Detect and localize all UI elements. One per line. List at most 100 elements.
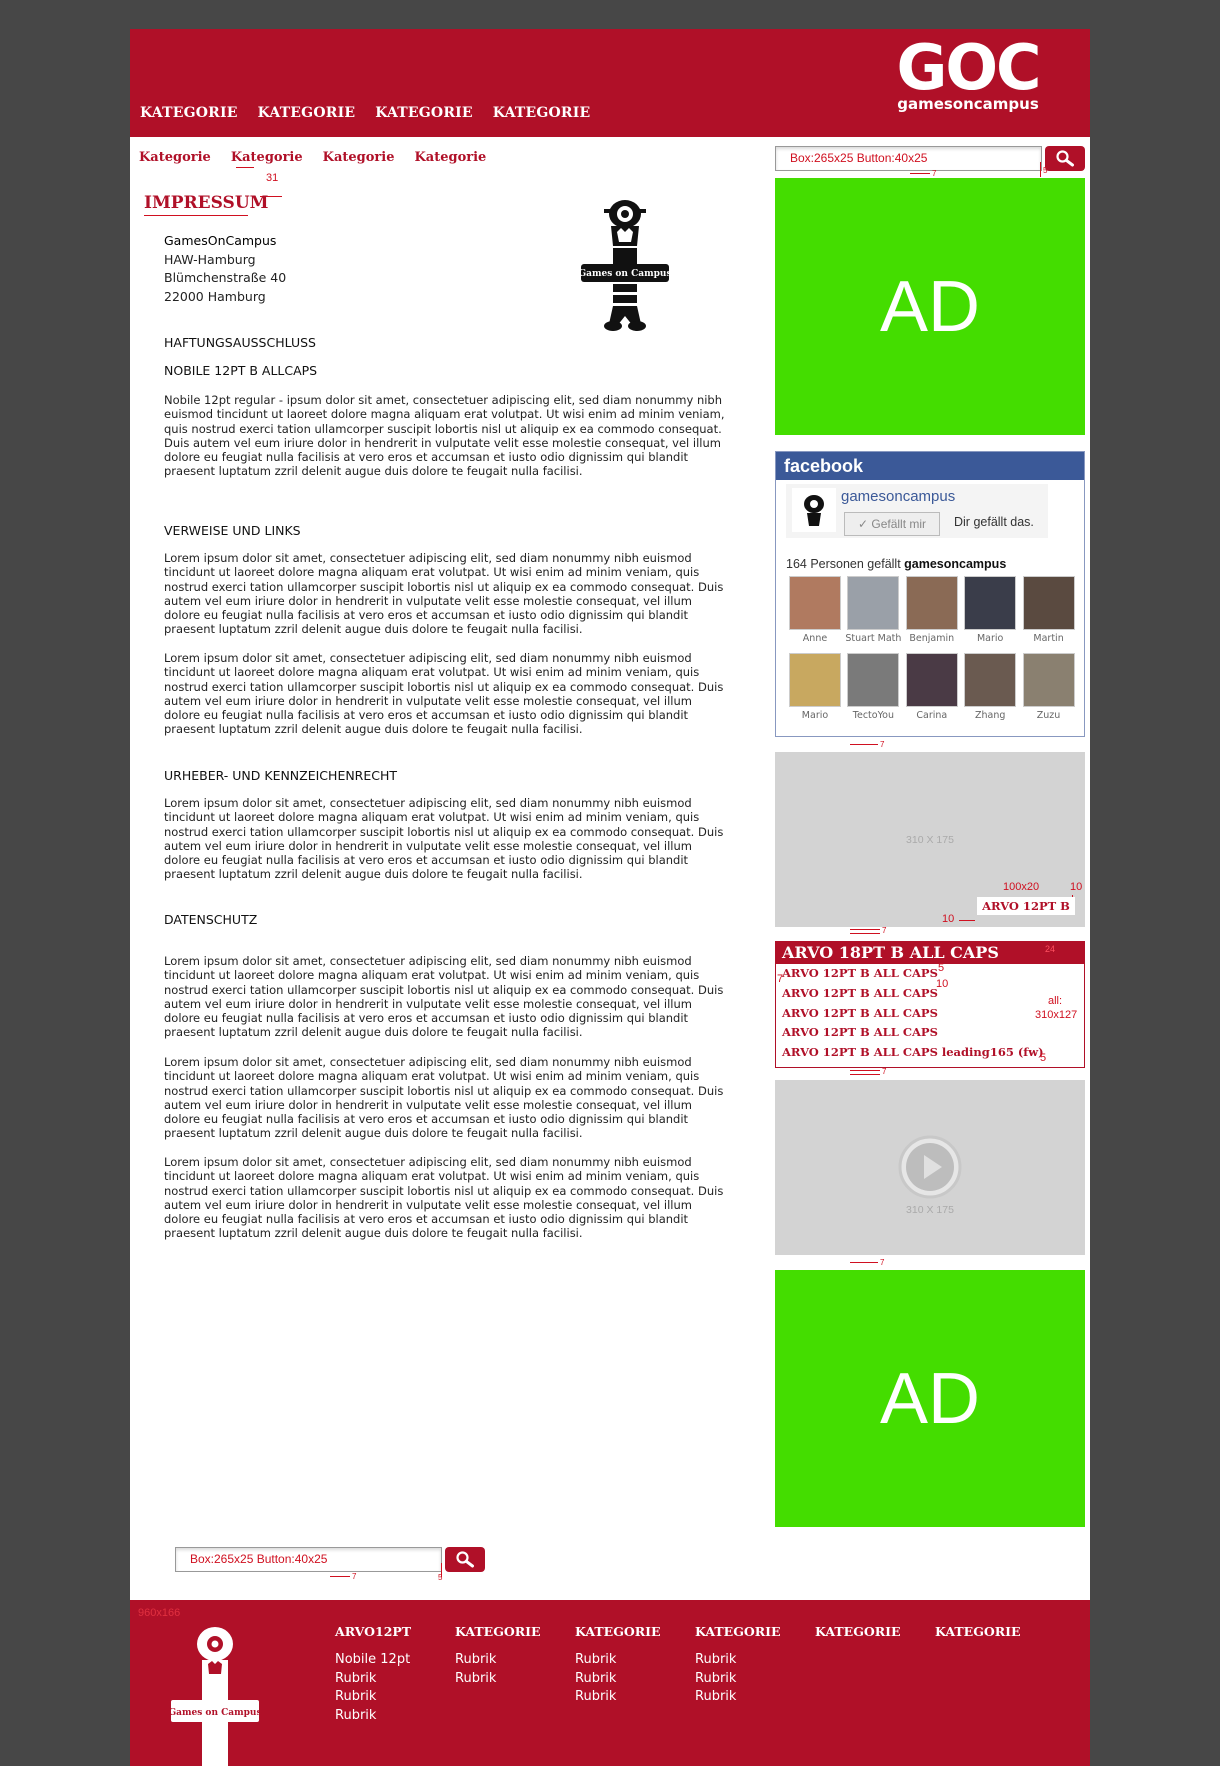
footer-link[interactable]: Rubrik — [695, 1670, 781, 1689]
search-input[interactable]: Box:265x25 Button:40x25 — [775, 146, 1042, 171]
fan-item[interactable]: Anne — [786, 576, 844, 644]
footer-link[interactable]: Nobile 12pt — [335, 1651, 411, 1670]
search-spec-label: Box:265x25 Button:40x25 — [190, 1552, 328, 1566]
facebook-page-name[interactable]: gamesoncampus — [841, 488, 955, 505]
fan-avatar[interactable] — [1022, 576, 1075, 630]
ad-banner[interactable]: AD — [775, 1270, 1085, 1527]
fan-name: Mario — [976, 633, 1004, 644]
dimension-line — [850, 1262, 878, 1263]
dimension-label: 310x127 — [1035, 1009, 1078, 1021]
footer: 960x166 Games on Campus ARVO12PT Nobile … — [130, 1600, 1090, 1766]
footer-link[interactable]: Rubrik — [695, 1651, 781, 1670]
placeholder-size-label: 310 X 175 — [906, 834, 954, 846]
footer-column-heading[interactable]: KATEGORIE — [695, 1624, 781, 1639]
fan-name: Zuzu — [1036, 710, 1061, 721]
main-nav-item[interactable]: KATEGORIE — [493, 105, 591, 121]
fan-avatar[interactable] — [1022, 653, 1075, 707]
footer-link[interactable]: Rubrik — [575, 1651, 661, 1670]
fan-name: Stuart Math — [845, 633, 902, 644]
list-item[interactable]: ARVO 12PT B ALL CAPS — [776, 1023, 1084, 1043]
dimension-line — [330, 1576, 350, 1577]
footer-link[interactable]: Rubrik — [695, 1688, 781, 1707]
fan-avatar[interactable] — [789, 576, 841, 630]
search-input[interactable]: Box:265x25 Button:40x25 — [175, 1547, 442, 1572]
fan-item[interactable]: TectoYou — [844, 653, 902, 721]
logo-text: GOC — [896, 31, 1041, 104]
footer-link[interactable]: Rubrik — [335, 1688, 411, 1707]
dimension-label: 31 — [266, 172, 279, 184]
footer-link[interactable]: Rubrik — [575, 1688, 661, 1707]
fan-item[interactable]: Carina — [903, 653, 961, 721]
footer-column: ARVO12PT Nobile 12pt Rubrik Rubrik Rubri… — [335, 1624, 411, 1725]
fan-avatar[interactable] — [847, 653, 900, 707]
like-button[interactable]: ✓ Gefällt mir — [844, 512, 940, 536]
main-nav-item[interactable]: KATEGORIE — [258, 105, 356, 121]
search-spec-label: Box:265x25 Button:40x25 — [790, 151, 928, 165]
fan-item[interactable]: Martin — [1020, 576, 1078, 644]
fan-avatar[interactable] — [905, 653, 958, 707]
dimension-line — [850, 744, 878, 745]
dimension-label: 10 — [936, 978, 949, 990]
main-nav-item[interactable]: KATEGORIE — [375, 105, 473, 121]
fan-item[interactable]: Zhang — [961, 653, 1019, 721]
footer-column: KATEGORIE — [935, 1624, 1021, 1651]
dimension-label: 5 — [1040, 1052, 1047, 1064]
list-item[interactable]: ARVO 12PT B ALL CAPS — [776, 984, 1084, 1004]
fan-name: Martin — [1033, 633, 1064, 644]
list-item[interactable]: ARVO 12PT B ALL CAPS leading165 (fw) — [776, 1043, 1084, 1063]
play-icon[interactable] — [897, 1134, 963, 1200]
main-nav-item[interactable]: KATEGORIE — [140, 105, 238, 121]
site-logo[interactable]: GOC gamesoncampus — [888, 37, 1048, 112]
fan-name: Mario — [801, 710, 829, 721]
fan-item[interactable]: Zuzu — [1020, 653, 1078, 721]
fan-avatar[interactable] — [964, 576, 1017, 630]
fan-grid: Anne Stuart Math Benjamin Mario Martin Mario T… — [786, 576, 1078, 721]
fan-item[interactable]: Stuart Math — [844, 576, 902, 644]
ad-banner[interactable]: AD — [775, 178, 1085, 435]
page-title: IMPRESSUM — [144, 193, 269, 213]
dimension-line — [850, 929, 880, 930]
footer-link[interactable]: Rubrik — [455, 1651, 541, 1670]
fan-item[interactable]: Mario — [786, 653, 844, 721]
fan-avatar[interactable] — [789, 653, 841, 707]
footer-link[interactable]: Rubrik — [335, 1670, 411, 1689]
footer-column: KATEGORIE Rubrik Rubrik Rubrik — [695, 1624, 781, 1707]
footer-column-heading[interactable]: KATEGORIE — [575, 1624, 661, 1639]
footer-column-heading[interactable]: KATEGORIE — [455, 1624, 541, 1639]
dimension-label: all: — [1048, 995, 1063, 1007]
dimension-label: 10 — [1070, 881, 1083, 893]
fan-avatar[interactable] — [964, 653, 1017, 707]
image-tag[interactable]: ARVO 12PT B — [977, 897, 1075, 915]
section-heading: DATENSCHUTZ — [164, 912, 258, 927]
search-button[interactable] — [445, 1547, 485, 1572]
footer-column-heading[interactable]: KATEGORIE — [935, 1624, 1021, 1639]
sub-nav-item[interactable]: Kategorie — [139, 150, 211, 165]
video-placeholder[interactable]: 310 X 175 — [775, 1080, 1085, 1255]
footer-mascot-logo: Games on Campus — [170, 1627, 260, 1766]
footer-mascot-label: Games on Campus — [170, 1708, 260, 1718]
dimension-line — [850, 933, 880, 934]
dimension-label: 7 — [882, 926, 887, 935]
dimension-label: 7 — [352, 1572, 357, 1581]
sub-nav-item[interactable]: Kategorie — [231, 150, 303, 165]
dimension-label: 7 — [882, 1067, 887, 1076]
footer-column-heading[interactable]: KATEGORIE — [815, 1624, 901, 1639]
fan-name: Carina — [916, 710, 948, 721]
list-item[interactable]: ARVO 12PT B ALL CAPS — [776, 964, 1084, 984]
sub-nav-item[interactable]: Kategorie — [323, 150, 395, 165]
page: GOC gamesoncampus KATEGORIE KATEGORIE KA… — [130, 29, 1090, 1766]
paragraph: Lorem ipsum dolor sit amet, consectetuer… — [164, 796, 724, 882]
search-button[interactable] — [1045, 146, 1085, 171]
fan-item[interactable]: Mario — [961, 576, 1019, 644]
footer-link[interactable]: Rubrik — [455, 1670, 541, 1689]
footer-link[interactable]: Rubrik — [575, 1670, 661, 1689]
fan-avatar[interactable] — [905, 576, 958, 630]
logo-subtext: gamesoncampus — [897, 95, 1039, 113]
fan-avatar[interactable] — [847, 576, 900, 630]
sub-nav-item[interactable]: Kategorie — [414, 150, 486, 165]
fan-item[interactable]: Benjamin — [903, 576, 961, 644]
dimension-label: 24 — [1045, 944, 1056, 954]
dimension-label: 7 — [880, 1258, 885, 1267]
footer-column: KATEGORIE Rubrik Rubrik — [455, 1624, 541, 1688]
footer-link[interactable]: Rubrik — [335, 1707, 411, 1726]
